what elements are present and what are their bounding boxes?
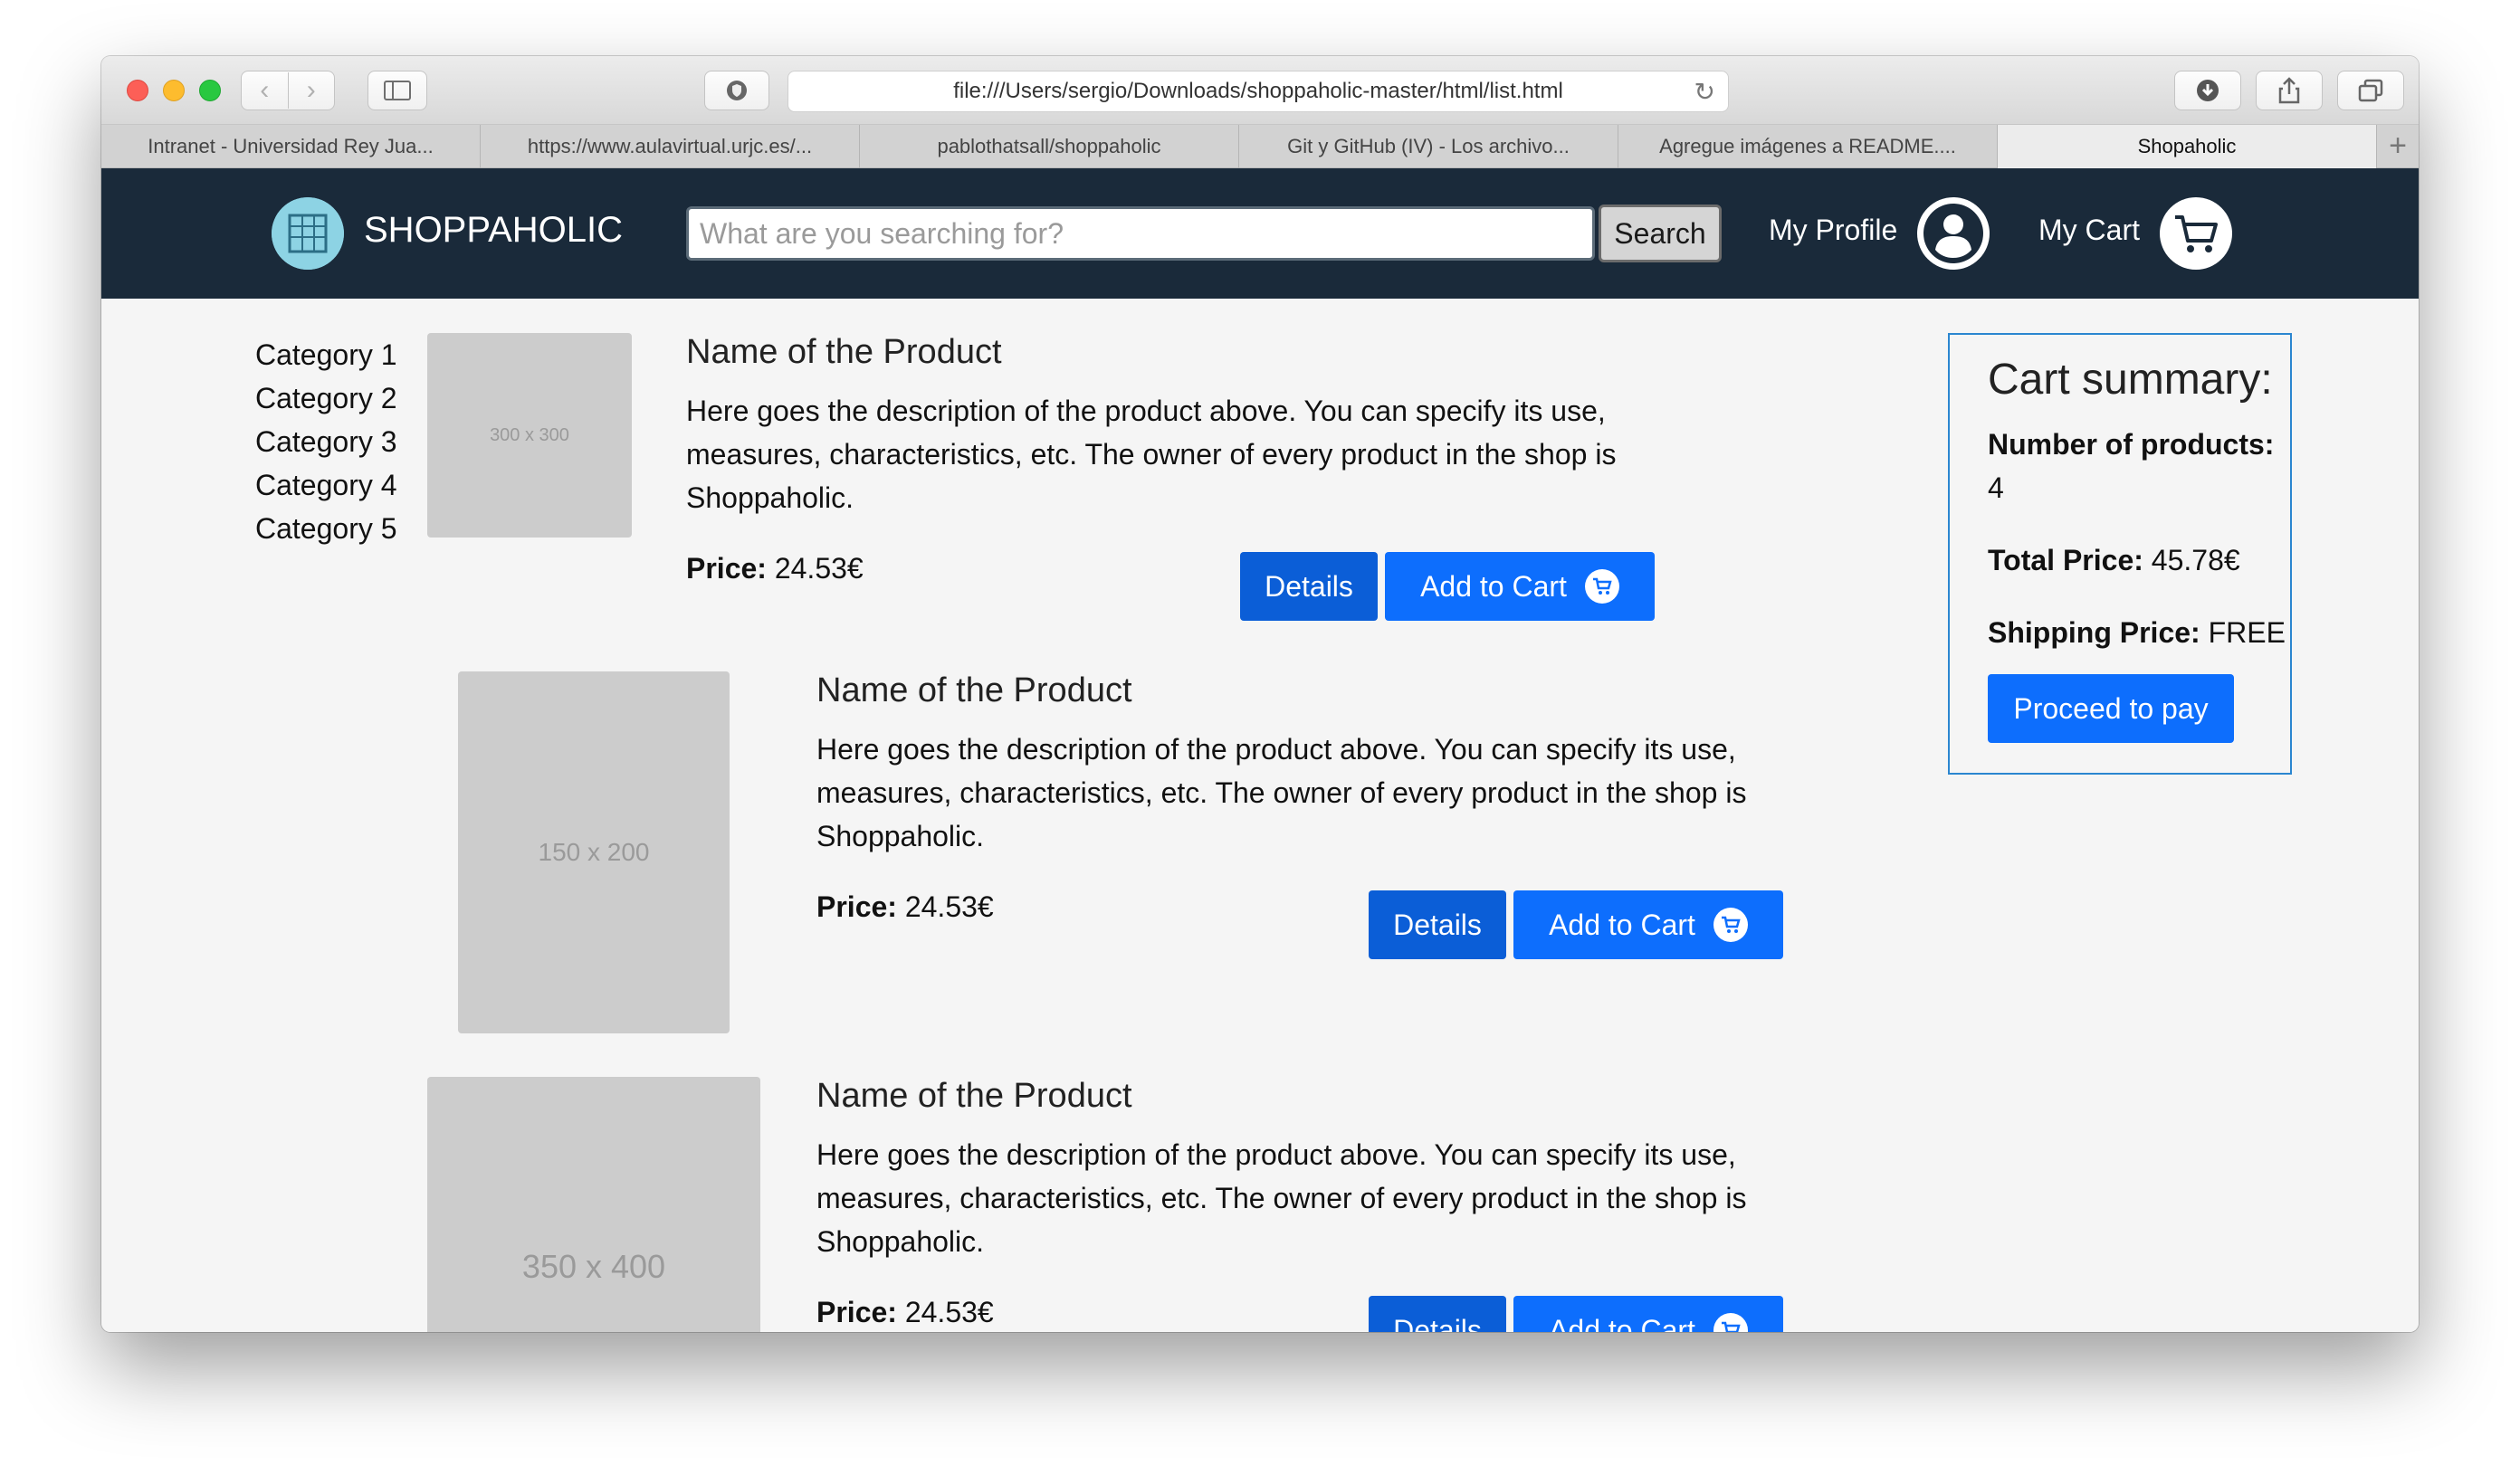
sidebar-icon xyxy=(384,81,411,100)
my-profile-link[interactable]: My Profile xyxy=(1769,214,1897,247)
browser-tab[interactable]: pablothatsall/shoppaholic xyxy=(860,125,1239,168)
shield-icon xyxy=(727,81,747,100)
price-label: Price: xyxy=(686,552,767,585)
minimize-window-button[interactable] xyxy=(163,80,185,101)
num-products-value: 4 xyxy=(1988,471,2004,504)
browser-tab-active[interactable]: Shopaholic xyxy=(1998,125,2377,168)
total-price: Total Price: 45.78€ xyxy=(1988,538,2290,582)
browser-tab[interactable]: Agregue imágenes a README.... xyxy=(1618,125,1998,168)
cart-summary-panel: Cart summary: Number of products: 4 Tota… xyxy=(1948,333,2292,775)
search-input[interactable] xyxy=(686,206,1595,261)
cart-summary-title: Cart summary: xyxy=(1988,356,2273,404)
downloads-button[interactable] xyxy=(2174,71,2241,110)
price-value: 24.53€ xyxy=(774,552,864,585)
sidebar-toggle-button[interactable] xyxy=(368,71,427,110)
add-to-cart-button[interactable]: Add to Cart xyxy=(1513,1296,1783,1332)
add-to-cart-button[interactable]: Add to Cart xyxy=(1513,890,1783,959)
shipping-price: Shipping Price: FREE xyxy=(1988,611,2290,654)
tabs-overview-icon xyxy=(2358,79,2383,102)
product-image: 300 x 300 xyxy=(427,333,632,538)
back-arrow-icon[interactable]: ‹ xyxy=(242,72,288,109)
details-button[interactable]: Details xyxy=(1240,552,1378,621)
num-products-label: Number of products: xyxy=(1988,428,2275,461)
show-tabs-button[interactable] xyxy=(2337,71,2404,110)
details-button[interactable]: Details xyxy=(1369,1296,1506,1332)
title-bar: ‹ › file:///Users/sergio/Downloads/shopp… xyxy=(101,56,2419,125)
cart-icon xyxy=(1584,569,1619,604)
proceed-to-pay-button[interactable]: Proceed to pay xyxy=(1988,674,2234,743)
product-title: Name of the Product xyxy=(816,671,1132,709)
shipping-price-value: FREE xyxy=(2208,616,2286,649)
product-price: Price: 24.53€ xyxy=(816,1296,994,1329)
privacy-shield-button[interactable] xyxy=(704,71,769,110)
shipping-price-label: Shipping Price: xyxy=(1988,616,2200,649)
category-link[interactable]: Category 5 xyxy=(255,507,400,550)
add-to-cart-label: Add to Cart xyxy=(1549,908,1695,941)
category-link[interactable]: Category 2 xyxy=(255,376,400,420)
search-button[interactable]: Search xyxy=(1599,205,1722,262)
my-cart-link[interactable]: My Cart xyxy=(2038,214,2140,247)
product-image: 150 x 200 xyxy=(458,671,730,1033)
price-value: 24.53€ xyxy=(904,890,994,923)
browser-tab[interactable]: https://www.aulavirtual.urjc.es/... xyxy=(481,125,860,168)
tab-strip: Intranet - Universidad Rey Jua... https:… xyxy=(101,125,2419,168)
app-navbar: SHOPPAHOLIC Search My Profile My Cart xyxy=(101,168,2419,299)
category-link[interactable]: Category 3 xyxy=(255,420,400,463)
browser-window: ‹ › file:///Users/sergio/Downloads/shopp… xyxy=(101,56,2419,1332)
close-window-button[interactable] xyxy=(127,80,148,101)
product-description: Here goes the description of the product… xyxy=(816,733,1747,852)
total-price-value: 45.78€ xyxy=(2151,544,2240,576)
user-avatar-icon[interactable] xyxy=(1917,197,1990,270)
price-value: 24.53€ xyxy=(904,1296,994,1328)
browser-tab[interactable]: Intranet - Universidad Rey Jua... xyxy=(101,125,481,168)
category-list: Category 1 Category 2 Category 3 Categor… xyxy=(255,333,400,550)
cart-icon xyxy=(1713,1313,1748,1332)
product-title: Name of the Product xyxy=(686,333,1002,371)
new-tab-button[interactable]: + xyxy=(2377,125,2419,167)
product-title: Name of the Product xyxy=(816,1077,1132,1115)
zoom-window-button[interactable] xyxy=(199,80,221,101)
shoppaholic-logo-icon[interactable] xyxy=(272,197,344,270)
share-icon xyxy=(2278,77,2300,104)
category-link[interactable]: Category 4 xyxy=(255,463,400,507)
product-price: Price: 24.53€ xyxy=(686,552,864,585)
address-bar[interactable]: file:///Users/sergio/Downloads/shoppahol… xyxy=(788,71,1729,112)
price-label: Price: xyxy=(816,1296,897,1328)
price-label: Price: xyxy=(816,890,897,923)
category-link[interactable]: Category 1 xyxy=(255,333,400,376)
cart-icon xyxy=(1713,908,1748,942)
product-price: Price: 24.53€ xyxy=(816,890,994,924)
shopping-cart-icon[interactable] xyxy=(2160,197,2232,270)
add-to-cart-button[interactable]: Add to Cart xyxy=(1385,552,1655,621)
forward-arrow-icon[interactable]: › xyxy=(287,72,335,109)
download-icon xyxy=(2197,80,2219,101)
product-image: 350 x 400 xyxy=(427,1077,760,1332)
add-to-cart-label: Add to Cart xyxy=(1549,1313,1695,1333)
total-price-label: Total Price: xyxy=(1988,544,2143,576)
url-text: file:///Users/sergio/Downloads/shoppahol… xyxy=(953,79,1563,103)
product-description: Here goes the description of the product… xyxy=(686,395,1617,514)
reload-icon[interactable]: ↻ xyxy=(1694,77,1715,107)
browser-tab[interactable]: Git y GitHub (IV) - Los archivo... xyxy=(1239,125,1618,168)
product-description: Here goes the description of the product… xyxy=(816,1138,1747,1258)
add-to-cart-label: Add to Cart xyxy=(1420,569,1567,603)
back-forward-group: ‹ › xyxy=(241,71,335,110)
main-content: Category 1 Category 2 Category 3 Categor… xyxy=(101,299,2419,1332)
brand-name[interactable]: SHOPPAHOLIC xyxy=(364,210,623,251)
details-button[interactable]: Details xyxy=(1369,890,1506,959)
share-button[interactable] xyxy=(2256,71,2323,110)
